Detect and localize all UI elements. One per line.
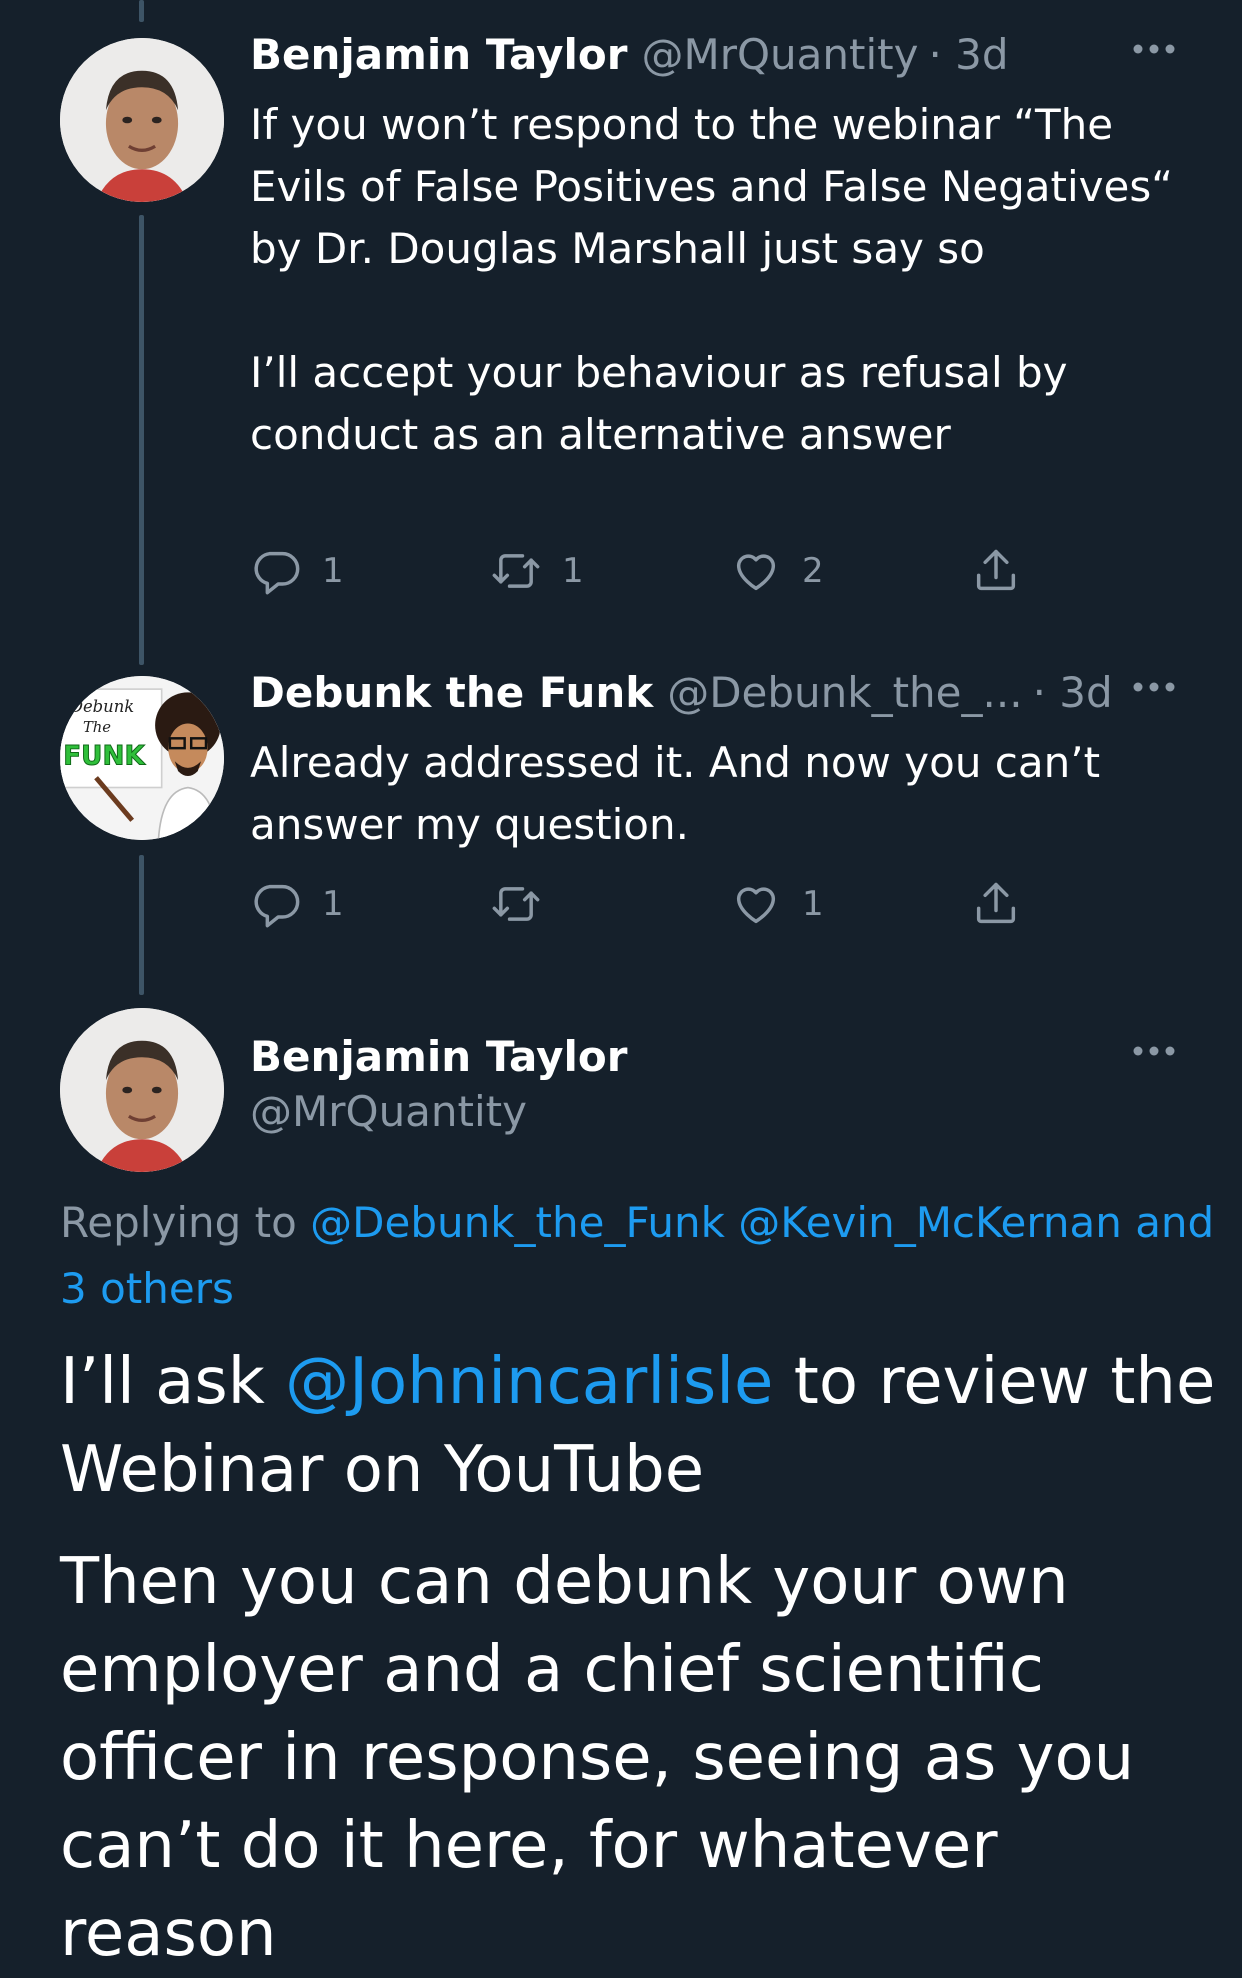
tweet-text: Already addressed it. And now you can’t … — [250, 732, 1200, 856]
main-tweet-paragraph-2: Then you can debunk your own employer an… — [60, 1545, 1135, 1971]
more-icon[interactable] — [1130, 666, 1178, 712]
replying-prefix: Replying to — [60, 1198, 297, 1247]
tweet-text-paragraph-1: If you won’t respond to the webinar “The… — [250, 100, 1173, 273]
heart-icon — [736, 887, 776, 924]
main-tweet-text: I’ll ask @Johnincarlisle to review the W… — [60, 1338, 1220, 1978]
avatar-image: Debunk The FUNK — [60, 676, 224, 840]
avatar-text-the: The — [83, 719, 111, 736]
mention-link[interactable]: @Debunk_the_Funk — [310, 1198, 725, 1247]
share-icon — [976, 549, 1016, 591]
thread-line-top — [139, 0, 144, 22]
retweet-icon — [492, 887, 540, 921]
share-icon — [976, 882, 1016, 924]
avatar-debunk-the-funk[interactable]: Debunk The FUNK — [60, 676, 224, 840]
retweet-button[interactable] — [490, 878, 562, 930]
more-dots-icon — [1133, 1046, 1175, 1056]
avatar-benjamin-taylor[interactable] — [60, 38, 224, 202]
more-dots-icon — [1133, 44, 1175, 54]
author-name[interactable]: Benjamin Taylor — [250, 30, 627, 79]
share-button[interactable] — [970, 545, 1022, 597]
avatar-text-funk: FUNK — [63, 742, 146, 772]
reply-icon — [254, 551, 300, 595]
tweet-header: Debunk the Funk @Debunk_the_... · 3d — [250, 668, 1113, 717]
tweet-time[interactable]: · 3d — [928, 30, 1008, 79]
like-count: 1 — [802, 884, 824, 924]
retweet-button[interactable]: 1 — [490, 545, 584, 597]
avatar-benjamin-taylor[interactable] — [60, 1008, 224, 1172]
share-button[interactable] — [970, 878, 1022, 930]
replying-to: Replying to @Debunk_the_Funk @Kevin_McKe… — [60, 1190, 1220, 1322]
author-handle[interactable]: @MrQuantity — [641, 30, 918, 79]
text-segment: I’ll ask — [60, 1345, 265, 1419]
thread-line-1 — [139, 215, 144, 665]
tweet-header: Benjamin Taylor @MrQuantity · 3d — [250, 30, 1009, 79]
retweet-icon — [492, 554, 540, 588]
more-icon[interactable] — [1130, 28, 1178, 74]
retweet-count: 1 — [562, 551, 584, 591]
mention-link[interactable]: @Kevin_McKernan — [738, 1198, 1122, 1247]
author-handle[interactable]: @Debunk_the_... — [667, 668, 1022, 717]
like-button[interactable]: 2 — [730, 545, 824, 597]
mention-link[interactable]: @Johnincarlisle — [285, 1345, 773, 1419]
tweet-actions: 1 1 2 — [250, 545, 1030, 601]
author-name[interactable]: Debunk the Funk — [250, 668, 653, 717]
like-count: 2 — [802, 551, 824, 591]
reply-button[interactable]: 1 — [250, 545, 344, 597]
heart-icon — [736, 554, 776, 591]
thread-line-2 — [139, 855, 144, 995]
avatar-image — [60, 38, 224, 202]
main-tweet-paragraph-1: I’ll ask @Johnincarlisle to review the W… — [60, 1338, 1220, 1514]
author-handle[interactable]: @MrQuantity — [250, 1087, 627, 1136]
reply-count: 1 — [322, 884, 344, 924]
reply-button[interactable]: 1 — [250, 878, 344, 930]
like-button[interactable]: 1 — [730, 878, 824, 930]
reply-count: 1 — [322, 551, 344, 591]
main-author: Benjamin Taylor @MrQuantity — [250, 1032, 627, 1136]
tweet-actions: 1 1 — [250, 878, 1030, 934]
tweet-time[interactable]: · 3d — [1033, 668, 1113, 717]
more-dots-icon — [1133, 682, 1175, 692]
more-icon[interactable] — [1130, 1030, 1178, 1076]
tweet-text-paragraph-2: I’ll accept your behaviour as refusal by… — [250, 348, 1068, 459]
avatar-image — [60, 1008, 224, 1172]
avatar-text-debunk: Debunk — [69, 697, 134, 716]
author-name[interactable]: Benjamin Taylor — [250, 1032, 627, 1081]
tweet-text: If you won’t respond to the webinar “The… — [250, 94, 1200, 466]
tweet-text-paragraph-1: Already addressed it. And now you can’t … — [250, 738, 1101, 849]
reply-icon — [254, 884, 300, 928]
